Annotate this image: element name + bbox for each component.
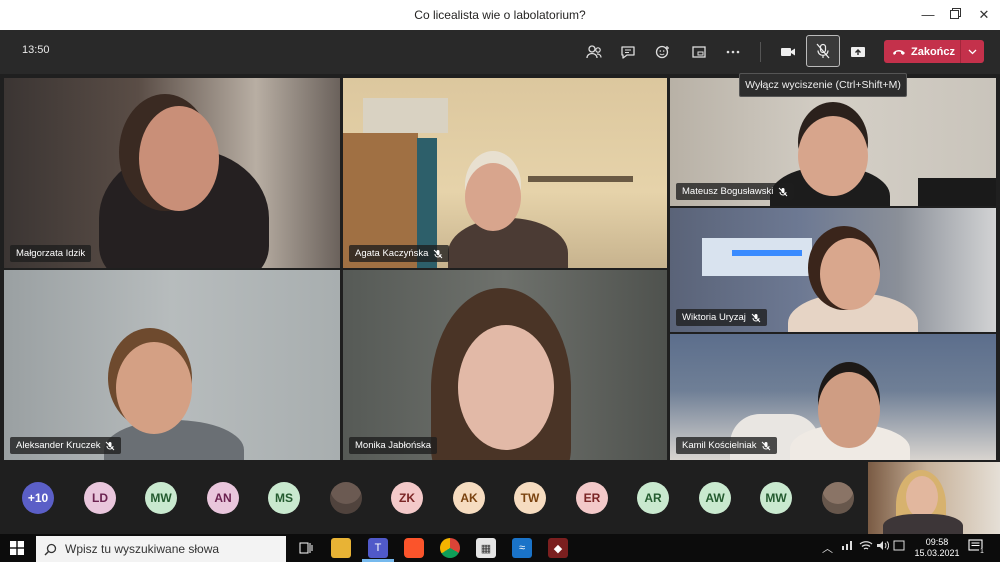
end-call-button[interactable]: Zakończ (884, 40, 984, 63)
window-titlebar: Co licealista wie o labolatorium? — ✕ (0, 0, 1000, 30)
participant-name: Agata Kaczyńska (355, 248, 429, 259)
chrome-icon[interactable] (440, 538, 460, 558)
minimize-icon[interactable]: — (918, 5, 938, 25)
close-icon[interactable]: ✕ (974, 5, 994, 25)
hang-up-icon (893, 49, 905, 55)
mic-off-icon (762, 441, 771, 450)
restore-icon[interactable] (945, 5, 965, 25)
rooms-icon[interactable] (686, 39, 712, 65)
windows-taskbar: Wpisz tu wyszukiwane słowa T ▦ ≈ ◆ ︿ 09:… (0, 534, 1000, 562)
participant-name: Kamil Kościelniak (682, 440, 757, 451)
participant-label: Monika Jabłońska (349, 437, 438, 454)
participant-label: Mateusz Bogusławski (676, 183, 795, 200)
participant-name: Wiktoria Uryzaj (682, 312, 746, 323)
mic-off-icon (816, 43, 830, 59)
participant-avatar[interactable]: AR (637, 482, 669, 514)
video-tile[interactable]: Kamil Kościelniak (670, 334, 996, 460)
meeting-toolbar: 13:50 (0, 30, 1000, 74)
self-view-tile[interactable] (868, 462, 1000, 534)
meeting-timer: 13:50 (22, 44, 50, 56)
toolbar-divider (760, 42, 761, 62)
participants-icon[interactable] (581, 39, 607, 65)
participant-avatar[interactable]: AW (699, 482, 731, 514)
calculator-icon[interactable]: ▦ (476, 538, 496, 558)
task-view-icon[interactable] (296, 538, 316, 558)
windows-start-icon[interactable] (10, 541, 24, 555)
participant-label: Aleksander Kruczek (10, 437, 122, 454)
unmute-button[interactable] (806, 35, 840, 67)
more-actions-icon[interactable] (720, 39, 746, 65)
brave-browser-icon[interactable] (404, 538, 424, 558)
file-explorer-icon[interactable] (331, 538, 351, 558)
mic-off-icon (751, 313, 761, 322)
video-tile[interactable]: Mateusz Bogusławski (670, 78, 996, 206)
participant-avatar[interactable]: ER (576, 482, 608, 514)
participant-label: Małgorzata Idzik (10, 245, 92, 262)
camera-icon[interactable] (775, 39, 801, 65)
system-clock[interactable]: 09:58 15.03.2021 (912, 537, 962, 559)
participant-avatar[interactable]: MW (145, 482, 177, 514)
notification-count: 1 (979, 548, 985, 555)
video-tile[interactable]: Agata Kaczyńska (343, 78, 667, 268)
participant-name: Aleksander Kruczek (16, 440, 101, 451)
network-icon[interactable] (841, 540, 854, 554)
participant-avatar[interactable]: AN (207, 482, 239, 514)
participants-strip: +10 LD MW AN MS ZK AK TW ER AR AW MW (0, 462, 1000, 534)
participant-avatar[interactable]: MS (268, 482, 300, 514)
chat-icon[interactable] (615, 39, 641, 65)
participant-avatar[interactable]: LD (84, 482, 116, 514)
participant-photo-avatar[interactable] (822, 482, 854, 514)
language-icon[interactable] (893, 540, 905, 554)
volume-icon[interactable] (876, 540, 890, 554)
mic-off-icon (434, 249, 443, 258)
participant-avatar[interactable]: TW (514, 482, 546, 514)
leave-button[interactable]: Zakończ (884, 40, 960, 63)
video-tile[interactable]: Monika Jabłońska (343, 270, 667, 460)
video-stage: Małgorzata Idzik Agata Kaczyńska Mateusz… (0, 74, 1000, 462)
mic-off-icon (106, 441, 115, 450)
notifications-icon[interactable]: 1 (968, 539, 986, 557)
participant-avatar[interactable]: ZK (391, 482, 423, 514)
participant-name: Mateusz Bogusławski (682, 186, 774, 197)
taskbar-search-placeholder: Wpisz tu wyszukiwane słowa (65, 542, 220, 556)
photos-icon[interactable]: ≈ (512, 538, 532, 558)
chevron-up-icon[interactable]: ︿ (822, 540, 833, 556)
video-tile[interactable]: Wiktoria Uryzaj (670, 208, 996, 332)
taskbar-search-box[interactable]: Wpisz tu wyszukiwane słowa (36, 536, 286, 562)
search-icon (44, 543, 57, 555)
participant-avatar[interactable]: MW (760, 482, 792, 514)
end-call-label: Zakończ (911, 45, 956, 58)
participant-photo-avatar[interactable] (330, 482, 362, 514)
end-call-options-button[interactable] (960, 40, 984, 63)
system-time: 09:58 (925, 537, 949, 547)
participant-label: Kamil Kościelniak (676, 437, 778, 454)
wifi-icon[interactable] (859, 540, 873, 554)
participant-avatar[interactable]: AK (453, 482, 485, 514)
participant-label: Agata Kaczyńska (349, 245, 450, 262)
chevron-down-icon (968, 49, 977, 54)
reactions-icon[interactable] (650, 39, 676, 65)
share-screen-icon[interactable] (845, 39, 871, 65)
game-app-icon[interactable]: ◆ (548, 538, 568, 558)
unmute-tooltip: Wyłącz wyciszenie (Ctrl+Shift+M) (739, 73, 907, 97)
mic-off-icon (779, 187, 788, 196)
video-tile[interactable]: Małgorzata Idzik (4, 78, 340, 268)
participant-name: Małgorzata Idzik (16, 248, 86, 259)
teams-icon[interactable]: T (368, 538, 388, 558)
participant-label: Wiktoria Uryzaj (676, 309, 767, 326)
participant-name: Monika Jabłońska (355, 440, 432, 451)
system-date: 15.03.2021 (914, 548, 960, 558)
window-title: Co licealista wie o labolatorium? (414, 8, 586, 22)
video-tile[interactable]: Aleksander Kruczek (4, 270, 340, 460)
participant-avatar[interactable]: +10 (22, 482, 54, 514)
